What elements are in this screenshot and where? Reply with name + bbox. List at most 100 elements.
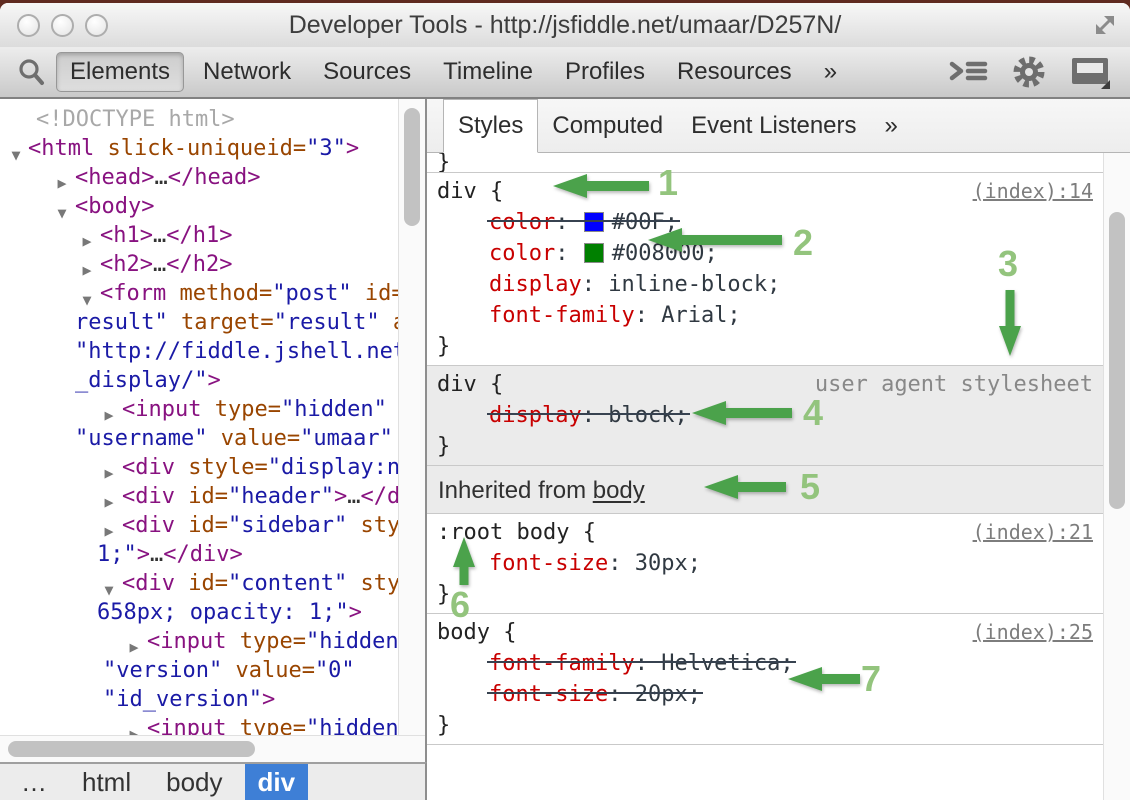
dom-tree-horizontal-scrollbar[interactable] — [0, 735, 425, 762]
dom-tree-row[interactable]: ▶<h1>…</h1> — [0, 221, 398, 250]
dom-tree-row[interactable]: ▼<html slick-uniqueid="3"> — [0, 134, 398, 163]
settings-gear-icon[interactable] — [1010, 53, 1048, 91]
sidebar-tab-styles[interactable]: Styles — [443, 99, 538, 153]
dom-tree-row[interactable]: ▶<input type="hidden" name= — [0, 395, 398, 424]
dom-node-text: <div id="header">…</div> — [0, 482, 398, 511]
expand-arrow-icon[interactable]: ▶ — [99, 401, 119, 424]
toolbar-tab-elements[interactable]: Elements — [56, 52, 184, 92]
color-swatch[interactable] — [584, 212, 604, 232]
css-property: font-family: Arial; — [489, 303, 741, 328]
dom-tree-row[interactable]: ▼<form method="post" id=" — [0, 279, 398, 308]
toolbar-tab-network[interactable]: Network — [190, 53, 304, 91]
main-toolbar: ElementsNetworkSourcesTimelineProfilesRe… — [0, 47, 1130, 99]
css-property-line[interactable]: color: #00F; — [427, 207, 1103, 238]
collapse-arrow-icon[interactable]: ▼ — [77, 286, 97, 308]
dom-tree-container: <!DOCTYPE html>▼<html slick-uniqueid="3"… — [0, 99, 427, 762]
scrollbar-thumb[interactable] — [1109, 212, 1125, 509]
sidebar-tab-event-listeners[interactable]: Event Listeners — [677, 99, 870, 152]
breadcrumb-item-more[interactable]: … — [8, 764, 60, 800]
dom-tree-row[interactable]: 1;">…</div> — [0, 540, 398, 569]
stylesheet-source-link[interactable]: (index):14 — [973, 176, 1093, 207]
css-property-line[interactable]: font-family: Helvetica; — [427, 648, 1103, 679]
dom-node-text: <html slick-uniqueid="3"> — [0, 134, 398, 163]
rule-selector-line: (index):21 :root body { — [427, 517, 1103, 548]
title-bar: Developer Tools - http://jsfiddle.net/um… — [0, 3, 1130, 47]
breadcrumb-item-div[interactable]: div — [245, 764, 309, 800]
collapse-arrow-icon[interactable]: ▼ — [99, 576, 119, 598]
css-property-line[interactable]: display: block; — [427, 400, 1103, 431]
dom-node-text: "id_version"> — [0, 685, 398, 714]
breadcrumb-item-html[interactable]: html — [69, 764, 144, 800]
collapse-arrow-icon[interactable]: ▼ — [6, 141, 26, 163]
toolbar-tab-more[interactable]: » — [811, 53, 850, 91]
css-property-line[interactable]: font-size: 20px; — [427, 679, 1103, 710]
expand-arrow-icon[interactable]: ▶ — [124, 633, 144, 656]
css-property-line[interactable]: color: #008000; — [427, 238, 1103, 269]
css-property-line[interactable]: display: inline-block; — [427, 269, 1103, 300]
styles-sidebar: StylesComputedEvent Listeners» } (index):… — [427, 99, 1130, 800]
console-drawer-icon[interactable] — [948, 56, 988, 88]
toolbar-tab-timeline[interactable]: Timeline — [430, 53, 546, 91]
dom-tree-row[interactable]: <!DOCTYPE html> — [0, 105, 398, 134]
dom-tree-row[interactable]: ▶<div style="display:non — [0, 453, 398, 482]
overridden-property: color: #00F; — [489, 207, 678, 238]
inherited-node-link[interactable]: body — [593, 477, 645, 504]
expand-icon[interactable] — [1092, 12, 1118, 38]
style-rule: (index):25body {font-family: Helvetica;f… — [427, 614, 1103, 745]
rule-selector: :root body { — [437, 520, 596, 545]
dom-node-text: <div style="display:non — [0, 453, 398, 482]
dom-tree-row[interactable]: ▶<head>…</head> — [0, 163, 398, 192]
stylesheet-source-link[interactable]: (index):21 — [973, 517, 1093, 548]
dom-tree-row[interactable]: "http://fiddle.jshell.net — [0, 337, 398, 366]
breadcrumb-item-body[interactable]: body — [153, 764, 235, 800]
sidebar-tab-computed[interactable]: Computed — [538, 99, 677, 152]
dom-node-text: 1;">…</div> — [0, 540, 398, 569]
close-brace: } — [427, 331, 1103, 362]
inherited-from-header: Inherited from body — [427, 466, 1103, 514]
styles-vertical-scrollbar[interactable] — [1103, 153, 1130, 800]
dom-node-text: <!DOCTYPE html> — [0, 105, 398, 134]
dom-tree-row[interactable]: result" target="result" action= — [0, 308, 398, 337]
dom-tree-row[interactable]: ▶<div id="header">…</div> — [0, 482, 398, 511]
collapse-arrow-icon[interactable]: ▼ — [52, 199, 72, 221]
dom-tree-row[interactable]: ▶<input type="hidden" — [0, 627, 398, 656]
expand-arrow-icon[interactable]: ▶ — [99, 459, 119, 482]
search-icon[interactable] — [16, 57, 46, 87]
dom-tree-row[interactable]: "username" value="umaar" — [0, 424, 398, 453]
dom-tree-row[interactable]: 658px; opacity: 1;"> — [0, 598, 398, 627]
dock-side-icon[interactable] — [1070, 54, 1112, 90]
dom-tree-row[interactable]: "version" value="0" — [0, 656, 398, 685]
dom-tree-row[interactable]: _display/"> — [0, 366, 398, 395]
toolbar-tab-resources[interactable]: Resources — [664, 53, 805, 91]
expand-arrow-icon[interactable]: ▶ — [77, 227, 97, 250]
dom-tree-row[interactable]: ▼<body> — [0, 192, 398, 221]
rule-selector-line: (index):14div { — [427, 176, 1103, 207]
dom-tree-row[interactable]: "id_version"> — [0, 685, 398, 714]
expand-arrow-icon[interactable]: ▶ — [99, 488, 119, 511]
dom-tree-row[interactable]: ▶<h2>…</h2> — [0, 250, 398, 279]
css-property: display: inline-block; — [489, 272, 780, 297]
overridden-property: font-family: Helvetica; — [489, 648, 794, 679]
stylesheet-source-link[interactable]: (index):25 — [973, 617, 1093, 648]
dom-tree-row[interactable]: ▼<div id="content" style= — [0, 569, 398, 598]
dom-tree-vertical-scrollbar[interactable] — [398, 99, 425, 735]
rule-selector-line: (index):25body { — [427, 617, 1103, 648]
toolbar-tab-sources[interactable]: Sources — [310, 53, 424, 91]
color-swatch[interactable] — [584, 243, 604, 263]
dom-node-text: <input type="hidden" name= — [0, 395, 398, 424]
scrollbar-thumb[interactable] — [8, 741, 255, 757]
sidebar-tab-more[interactable]: » — [871, 99, 912, 152]
expand-arrow-icon[interactable]: ▶ — [99, 517, 119, 540]
toolbar-tabs: ElementsNetworkSourcesTimelineProfilesRe… — [56, 52, 850, 92]
styles-pane: } (index):14div {color: #00F;color: #0080… — [427, 153, 1103, 800]
expand-arrow-icon[interactable]: ▶ — [52, 169, 72, 192]
dom-tree-row[interactable]: ▶<div id="sidebar" style= — [0, 511, 398, 540]
css-property-line[interactable]: font-size: 30px; — [427, 548, 1103, 579]
user-agent-origin-label: user agent stylesheet — [815, 369, 1093, 400]
dom-node-text: <input type="hidden" — [0, 627, 398, 656]
scrollbar-thumb[interactable] — [404, 108, 420, 226]
css-property-line[interactable]: font-family: Arial; — [427, 300, 1103, 331]
toolbar-right-icons — [948, 53, 1118, 91]
expand-arrow-icon[interactable]: ▶ — [77, 256, 97, 279]
toolbar-tab-profiles[interactable]: Profiles — [552, 53, 658, 91]
